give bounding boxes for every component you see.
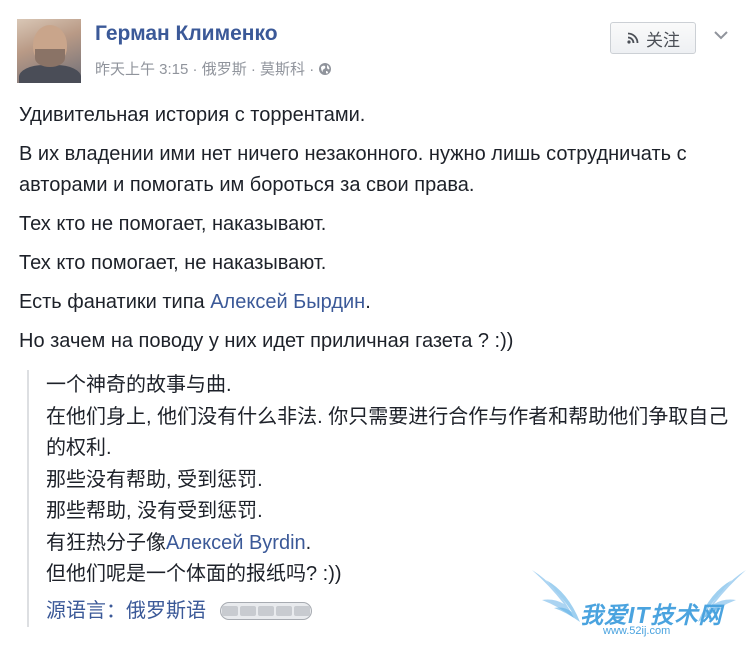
translation-mention-prefix: 有狂热分子像 xyxy=(46,531,166,554)
translation-mention-link[interactable]: Алексей Byrdin xyxy=(166,532,306,554)
translation-line: 那些帮助, 没有受到惩罚. xyxy=(46,500,263,522)
post-paragraph: Но зачем на поводу у них идет приличная … xyxy=(19,330,514,352)
rating-segment[interactable] xyxy=(222,606,238,617)
watermark-url: www.52ij.com xyxy=(603,625,671,637)
globe-icon[interactable] xyxy=(318,62,332,76)
rating-segment[interactable] xyxy=(276,606,292,617)
avatar-shoulders xyxy=(19,65,81,83)
translation-mention-suffix: . xyxy=(305,531,312,554)
post-paragraph-mention: Есть фанатики типа Алексей Бырдин. xyxy=(19,287,729,318)
facebook-post: Герман Клименко 昨天上午 3:15 · 俄罗斯 · 莫斯科 · … xyxy=(0,0,750,645)
post-timestamp[interactable]: 昨天上午 3:15 · 俄罗斯 · 莫斯科 · xyxy=(95,58,314,79)
post-paragraph: Тех кто помогает, не наказывают. xyxy=(19,252,327,274)
post-paragraph: В их владении ими нет ничего незаконного… xyxy=(19,143,687,196)
post-text: Удивительная история с торрентами. В их … xyxy=(19,100,729,365)
rating-segment[interactable] xyxy=(294,606,310,617)
rating-segment[interactable] xyxy=(240,606,256,617)
follow-button[interactable]: 关注 xyxy=(610,22,696,54)
avatar-beard xyxy=(35,49,65,67)
mention-suffix: . xyxy=(365,291,371,313)
translation-line: 一个神奇的故事与曲. xyxy=(46,374,232,396)
mention-link[interactable]: Алексей Бырдин xyxy=(210,291,365,313)
post-paragraph: Удивительная история с торрентами. xyxy=(19,104,366,126)
chevron-down-icon[interactable] xyxy=(712,28,730,42)
follow-label: 关注 xyxy=(646,30,680,50)
translation-rating[interactable] xyxy=(220,602,312,621)
author-name[interactable]: Герман Клименко xyxy=(95,22,278,46)
rating-segment[interactable] xyxy=(258,606,274,617)
mention-prefix: Есть фанатики типа xyxy=(19,291,211,313)
source-language-link[interactable]: 源语言：俄罗斯语 xyxy=(46,596,206,628)
translation-line: 在他们身上, 他们没有什么非法. 你只需要进行合作与作者和帮助他们争取自己的权利… xyxy=(46,405,729,460)
rss-icon xyxy=(627,32,639,44)
post-meta: 昨天上午 3:15 · 俄罗斯 · 莫斯科 · xyxy=(95,58,332,79)
translation-line: 那些没有帮助, 受到惩罚. xyxy=(46,468,263,491)
post-paragraph: Тех кто не помогает, наказывают. xyxy=(19,213,327,235)
author-avatar[interactable] xyxy=(17,19,81,83)
translation-line-mention: 有狂热分子像Алексей Byrdin. xyxy=(46,528,746,560)
